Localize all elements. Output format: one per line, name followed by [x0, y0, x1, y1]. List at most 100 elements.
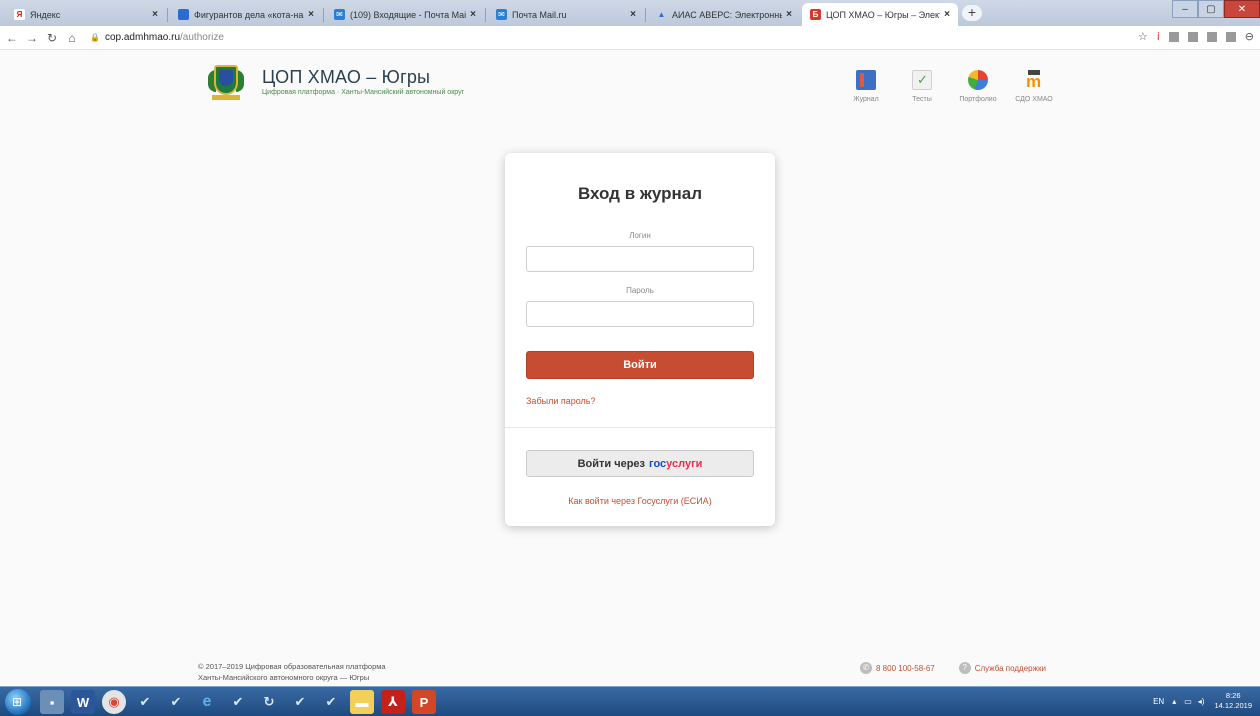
extension-icon[interactable]: [1206, 31, 1217, 42]
app-portfolio[interactable]: Портфолио: [950, 70, 1006, 103]
explorer-icon[interactable]: ▪: [40, 690, 64, 714]
os-taskbar: ⊞ ▪ W ◉ ✔ ✔ e ✔ ↻ ✔ ✔ ▬ ⅄ P EN ▴ ▭ ◂) 8:…: [0, 686, 1260, 716]
app-tests[interactable]: Тесты: [894, 70, 950, 103]
forgot-password-link[interactable]: Забыли пароль?: [526, 396, 595, 406]
site-brand[interactable]: ЦОП ХМАО – Югры Цифровая платформа · Хан…: [208, 62, 464, 100]
close-tab-icon[interactable]: ×: [944, 9, 950, 20]
bookmark-star-icon[interactable]: ☆: [1138, 30, 1148, 43]
portfolio-icon: [968, 70, 988, 90]
shortcut-icon[interactable]: ↻: [257, 690, 281, 714]
avers-favicon-icon: ▲: [657, 10, 666, 19]
tab-avers[interactable]: ▲ АИАС АВЕРС: Электронный Кла ×: [648, 3, 800, 26]
footer-copyright: © 2017–2019 Цифровая образовательная пла…: [198, 661, 386, 683]
password-label: Пароль: [626, 286, 654, 295]
copyright-line: © 2017–2019 Цифровая образовательная пла…: [198, 662, 386, 671]
new-tab-button[interactable]: +: [962, 5, 982, 21]
phone-link[interactable]: 8 800 100-58-67: [876, 664, 935, 673]
shortcut-icon[interactable]: ✔: [164, 690, 188, 714]
coat-of-arms-logo: [208, 62, 244, 100]
tab-yandex[interactable]: Я Яндекс ×: [6, 3, 166, 26]
tab-mail-inbox[interactable]: ✉ (109) Входящие - Почта Mail.ru ×: [326, 3, 484, 26]
help-icon: ?: [958, 662, 971, 674]
tests-icon: [912, 70, 932, 90]
tab-title: Фигурантов дела «кота-наркоку: [194, 9, 304, 20]
tab-title: ЦОП ХМАО – Югры – Электро: [826, 9, 940, 20]
shortcut-icon[interactable]: ✔: [226, 690, 250, 714]
system-tray: EN ▴ ▭ ◂) 8:26 14.12.2019: [1153, 691, 1252, 711]
window-controls: – ▢ ✕: [1172, 0, 1260, 18]
password-input[interactable]: [526, 301, 754, 327]
clock[interactable]: 8:26 14.12.2019: [1214, 691, 1252, 711]
profile-icon[interactable]: ⊖: [1245, 30, 1254, 43]
internet-explorer-icon[interactable]: e: [195, 690, 219, 714]
volume-icon[interactable]: ◂): [1198, 697, 1205, 706]
news-favicon-icon: [178, 9, 189, 20]
page: ЦОП ХМАО – Югры Цифровая платформа · Хан…: [0, 50, 1260, 686]
maximize-button[interactable]: ▢: [1198, 0, 1224, 18]
browser-toolbar: ☆ ⅰ ⊖: [1129, 30, 1254, 43]
app-sdo[interactable]: m СДО ХМАО: [1006, 70, 1062, 103]
close-window-button[interactable]: ✕: [1224, 0, 1260, 18]
tab-title: АИАС АВЕРС: Электронный Кла: [672, 9, 782, 20]
site-title: ЦОП ХМАО – Югры: [262, 66, 431, 87]
back-icon[interactable]: ←: [4, 31, 20, 45]
extension-icon[interactable]: ⅰ: [1157, 30, 1160, 43]
acrobat-icon[interactable]: ⅄: [381, 690, 405, 714]
phone-icon: ✆: [860, 662, 872, 674]
tab-mail[interactable]: ✉ Почта Mail.ru ×: [488, 3, 644, 26]
extension-icon[interactable]: [1168, 31, 1179, 42]
powerpoint-icon[interactable]: P: [412, 690, 436, 714]
gosuslugi-logo-part1: гос: [649, 457, 667, 470]
close-tab-icon[interactable]: ×: [470, 9, 476, 20]
extension-icon[interactable]: [1187, 31, 1198, 42]
footer-contacts: ✆ 8 800 100-58-67 ? Служба поддержки: [860, 662, 1046, 674]
browser-tab-bar: Я Яндекс × Фигурантов дела «кота-наркоку…: [0, 0, 1260, 26]
mail-favicon-icon: ✉: [334, 9, 345, 20]
app-label: Тесты: [912, 96, 932, 103]
support-link[interactable]: Служба поддержки: [975, 664, 1046, 673]
chrome-icon[interactable]: ◉: [102, 690, 126, 714]
minimize-button[interactable]: –: [1172, 0, 1198, 18]
close-tab-icon[interactable]: ×: [630, 9, 636, 20]
login-label: Логин: [629, 231, 651, 240]
login-input[interactable]: [526, 246, 754, 272]
gosuslugi-logo-part2: услуги: [666, 457, 703, 470]
journal-icon: [856, 70, 876, 90]
tab-news[interactable]: Фигурантов дела «кота-наркоку ×: [170, 3, 322, 26]
close-tab-icon[interactable]: ×: [308, 9, 314, 20]
windows-logo-icon: ⊞: [12, 695, 23, 709]
network-icon[interactable]: ▭: [1184, 697, 1192, 706]
app-label: Журнал: [853, 96, 879, 103]
site-subtitle: Цифровая платформа · Ханты-Мансийский ав…: [262, 88, 465, 96]
tray-arrow-icon[interactable]: ▴: [1172, 697, 1176, 706]
cop-favicon-icon: Б: [810, 9, 821, 20]
extension-icon[interactable]: [1225, 31, 1236, 42]
url-field[interactable]: 🔒 cop.admhmao.ru/authorize: [90, 32, 224, 43]
close-tab-icon[interactable]: ×: [786, 9, 792, 20]
gosuslugi-login-button[interactable]: Войти через гос услуги: [526, 450, 754, 477]
gosuslugi-help-link[interactable]: Как войти через Госуслуги (ЕСИА): [505, 496, 775, 506]
url-host: cop.admhmao.ru: [104, 32, 181, 43]
folder-icon[interactable]: ▬: [350, 690, 374, 714]
language-indicator[interactable]: EN: [1153, 697, 1164, 706]
shortcut-icon[interactable]: ✔: [319, 690, 343, 714]
word-icon[interactable]: W: [71, 690, 95, 714]
login-button[interactable]: Войти: [526, 351, 754, 379]
tab-cop-active[interactable]: Б ЦОП ХМАО – Югры – Электро ×: [802, 3, 958, 26]
sdo-icon: m: [1026, 70, 1042, 91]
home-icon[interactable]: ⌂: [64, 31, 80, 45]
gosuslugi-prefix: Войти через: [577, 457, 646, 470]
app-label: Портфолио: [959, 96, 997, 103]
shortcut-icon[interactable]: ✔: [288, 690, 312, 714]
lock-icon: 🔒: [90, 33, 100, 42]
close-tab-icon[interactable]: ×: [152, 9, 158, 20]
forward-icon[interactable]: →: [24, 31, 40, 45]
tab-title: (109) Входящие - Почта Mail.ru: [350, 9, 467, 20]
reload-icon[interactable]: ↻: [44, 31, 60, 45]
shortcut-icon[interactable]: ✔: [133, 690, 157, 714]
address-bar: ← → ↻ ⌂ 🔒 cop.admhmao.ru/authorize ☆ ⅰ ⊖: [0, 26, 1260, 50]
clock-date: 14.12.2019: [1214, 701, 1252, 710]
tab-title: Почта Mail.ru: [512, 9, 567, 20]
start-button[interactable]: ⊞: [5, 689, 31, 715]
app-journal[interactable]: Журнал: [838, 70, 894, 103]
